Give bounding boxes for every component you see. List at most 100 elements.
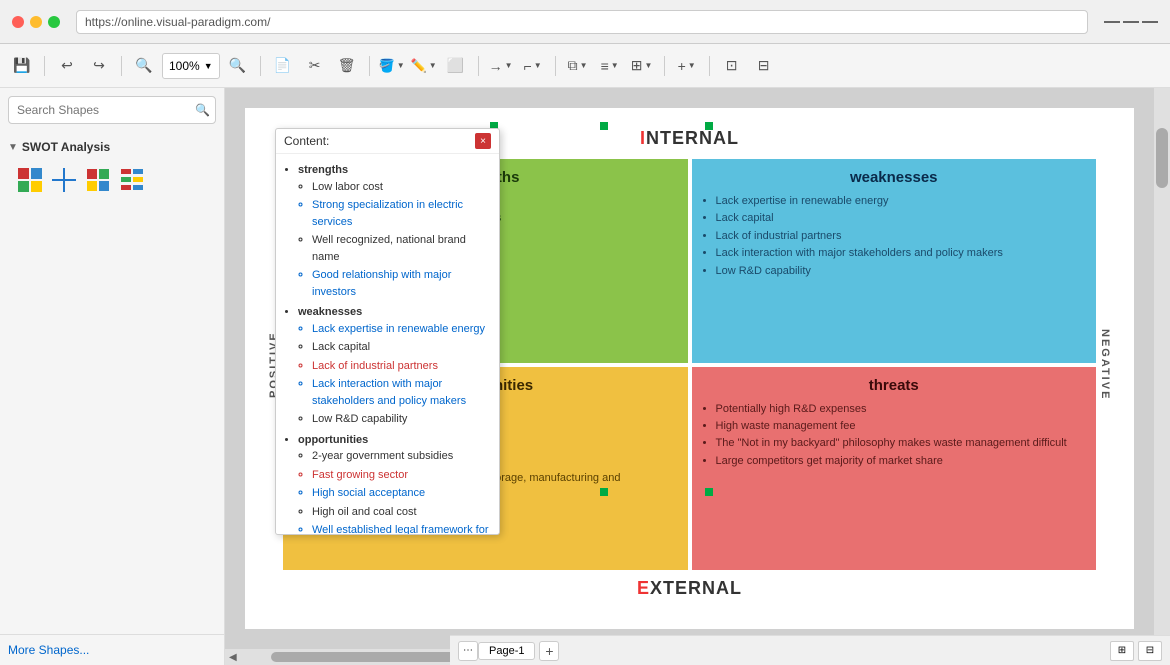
swot-icon-2[interactable]	[50, 166, 78, 194]
more-icon: +	[678, 58, 686, 74]
list-item: Lack capital	[312, 339, 491, 356]
zoom-chevron: ▼	[204, 61, 213, 71]
panel-toggle-button[interactable]: ⊡	[718, 52, 746, 80]
maximize-dot[interactable]	[48, 16, 60, 28]
list-item: 2-year government subsidies	[312, 448, 491, 465]
handle-br[interactable]	[705, 488, 713, 496]
handle-bc[interactable]	[600, 488, 608, 496]
list-item: High oil and coal cost	[312, 504, 491, 521]
save-button[interactable]: 💾	[8, 52, 36, 80]
group-button[interactable]: ⊞ ▼	[628, 52, 656, 80]
list-item: Low R&D capability	[312, 411, 491, 428]
list-item: Potentially high R&D expenses	[716, 402, 1087, 417]
page-tabs: Page-1 +	[478, 641, 559, 661]
list-item: Lack interaction with major stakeholders…	[312, 376, 491, 409]
line-color-button[interactable]: ✏️ ▼	[410, 52, 438, 80]
separator	[478, 56, 479, 76]
shape-button[interactable]: ⬜	[442, 52, 470, 80]
search-box: 🔍	[8, 96, 216, 124]
scroll-left-arrow[interactable]: ◀	[225, 652, 241, 663]
redo-button[interactable]: ↪	[85, 52, 113, 80]
weaknesses-list: Lack expertise in renewable energy Lack …	[702, 194, 1087, 279]
vertical-scrollbar[interactable]	[1154, 88, 1170, 649]
list-item: Low labor cost	[312, 179, 491, 196]
toggle-right-panel-button[interactable]: ⊟	[1138, 641, 1162, 661]
content-panel-title: Content:	[284, 134, 329, 148]
list-item: Lack capital	[716, 211, 1087, 226]
content-panel: Content: × strengths Low labor cost Stro…	[275, 128, 500, 535]
content-panel-close-button[interactable]: ×	[475, 133, 491, 149]
chevron-down-icon: ▼	[8, 142, 18, 153]
url-bar[interactable]: https://online.visual-paradigm.com/	[76, 10, 1088, 34]
swot-icon-1[interactable]	[16, 166, 44, 194]
arrange-button[interactable]: ⧉ ▼	[564, 52, 592, 80]
separator	[44, 56, 45, 76]
bottom-bar: ⋯ Page-1 + ⊞ ⊟	[450, 635, 1170, 665]
connector-button[interactable]: → ▼	[487, 52, 515, 80]
browser-traffic-lights	[12, 16, 60, 28]
main-layout: 🔍 ▼ SWOT Analysis	[0, 88, 1170, 665]
add-page-button[interactable]: +	[539, 641, 559, 661]
arrange-icon: ⧉	[568, 57, 578, 74]
close-dot[interactable]	[12, 16, 24, 28]
undo-button[interactable]: ↩	[53, 52, 81, 80]
list-item: High waste management fee	[716, 419, 1087, 434]
threats-list: Potentially high R&D expenses High waste…	[702, 402, 1087, 470]
fill-chevron: ▼	[397, 61, 405, 70]
content-panel-header: Content: ×	[276, 129, 499, 154]
browser-menu[interactable]	[1104, 19, 1158, 25]
line-chevron: ▼	[429, 61, 437, 70]
zoom-in-button[interactable]: 🔍	[224, 52, 252, 80]
minimize-dot[interactable]	[30, 16, 42, 28]
separator	[369, 56, 370, 76]
zoom-control[interactable]: 100% ▼	[162, 53, 220, 79]
line-icon: ✏️	[411, 58, 427, 74]
list-item: Lack of industrial partners	[312, 358, 491, 375]
threats-cell: threats Potentially high R&D expenses Hi…	[692, 367, 1097, 571]
page-1-tab[interactable]: Page-1	[478, 642, 535, 660]
separator	[555, 56, 556, 76]
list-item: Good relationship with major investors	[312, 267, 491, 300]
separator	[121, 56, 122, 76]
swot-icon-4[interactable]	[118, 166, 146, 194]
list-item: The "Not in my backyard" philosophy make…	[716, 436, 1087, 451]
more-button[interactable]: + ▼	[673, 52, 701, 80]
zoom-out-button[interactable]: 🔍	[130, 52, 158, 80]
sidebar-section: ▼ SWOT Analysis	[0, 132, 224, 206]
align-icon: ≡	[601, 58, 609, 74]
swot-icon-3[interactable]	[84, 166, 112, 194]
list-item: Fast growing sector	[312, 467, 491, 484]
separator	[664, 56, 665, 76]
elbow-connector-button[interactable]: ⌐ ▼	[519, 52, 547, 80]
connector-chevron: ▼	[505, 61, 513, 70]
toggle-left-panel-button[interactable]: ⊞	[1110, 641, 1134, 661]
list-item: High social acceptance	[312, 485, 491, 502]
handle-tr[interactable]	[705, 122, 713, 130]
opportunities-group: opportunities 2-year government subsidie…	[298, 432, 491, 535]
shape-icons-row	[8, 158, 216, 202]
copy-button[interactable]: 📄	[269, 52, 297, 80]
zoom-value: 100%	[169, 59, 200, 73]
sidebar: 🔍 ▼ SWOT Analysis	[0, 88, 225, 665]
separator	[260, 56, 261, 76]
canvas-inner[interactable]: INTERNAL POSITIVE strengths Low labor co…	[245, 108, 1134, 629]
content-panel-body[interactable]: strengths Low labor cost Strong speciali…	[276, 154, 499, 534]
group-icon: ⊞	[631, 57, 643, 74]
sidebar-toggle-buttons: ⊞ ⊟	[1110, 641, 1162, 661]
group-chevron: ▼	[645, 61, 653, 70]
cut-button[interactable]: ✂	[301, 52, 329, 80]
more-shapes-link[interactable]: More Shapes...	[0, 634, 224, 665]
delete-button[interactable]: 🗑	[333, 52, 361, 80]
search-input[interactable]	[8, 96, 216, 124]
external-highlight: E	[637, 578, 650, 598]
handle-tc[interactable]	[600, 122, 608, 130]
vertical-scroll-thumb[interactable]	[1156, 128, 1168, 188]
align-button[interactable]: ≡ ▼	[596, 52, 624, 80]
swot-section-header[interactable]: ▼ SWOT Analysis	[8, 136, 216, 158]
elbow-chevron: ▼	[534, 61, 542, 70]
fill-color-button[interactable]: 🪣 ▼	[378, 52, 406, 80]
page-options-button[interactable]: ⋯	[458, 641, 478, 661]
strengths-group: strengths Low labor cost Strong speciali…	[298, 162, 491, 300]
sidebar-toggle-button[interactable]: ⊟	[750, 52, 778, 80]
weaknesses-cell: weaknesses Lack expertise in renewable e…	[692, 159, 1097, 363]
